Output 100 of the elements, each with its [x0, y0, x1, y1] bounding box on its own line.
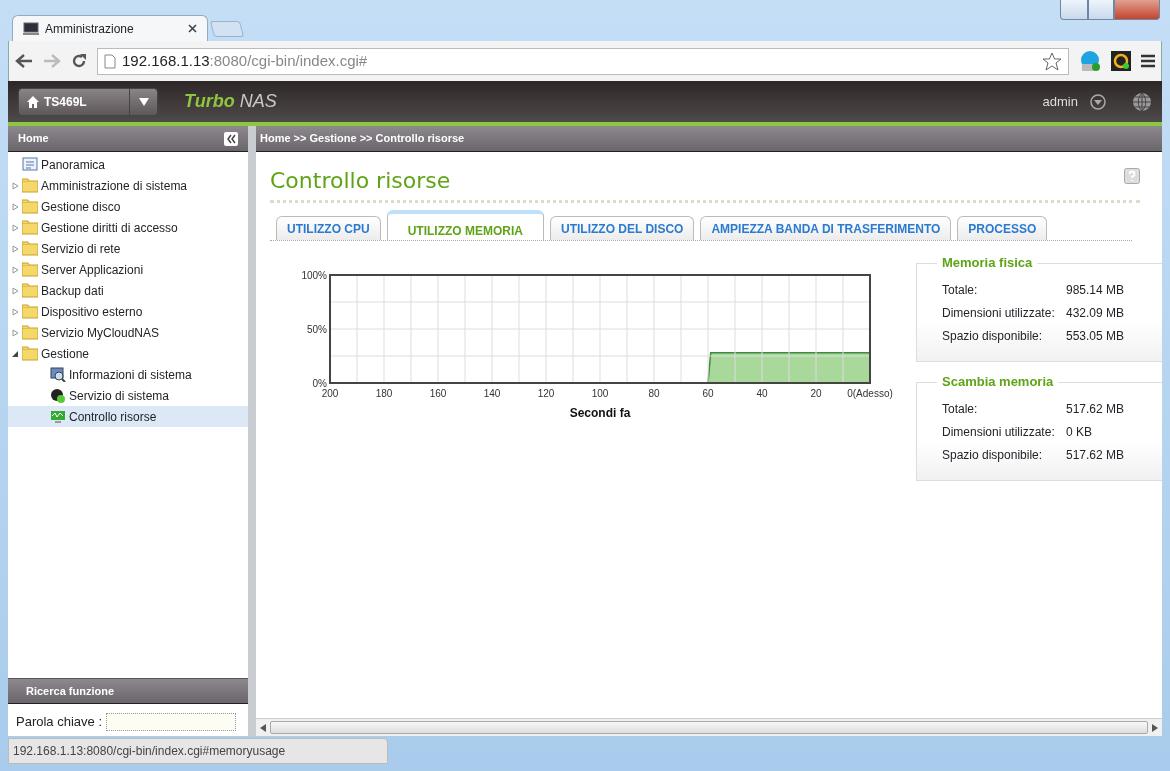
new-tab-button[interactable] [209, 21, 245, 37]
panel-title: Ricerca funzione [26, 683, 115, 699]
expand-arrow-icon[interactable] [12, 202, 19, 211]
tree-item[interactable]: Backup dati [8, 280, 248, 301]
expand-arrow-icon[interactable] [12, 223, 19, 232]
field-value: 553.05 MB [1066, 327, 1125, 345]
folder-icon [22, 220, 38, 235]
field-value: 432.09 MB [1066, 304, 1125, 322]
tree-item[interactable]: Panoramica [8, 154, 248, 175]
dropdown-icon[interactable] [1090, 93, 1106, 110]
scrollbar-thumb[interactable] [270, 721, 1148, 734]
monitor-icon [23, 21, 39, 36]
collapse-icon[interactable] [224, 131, 238, 146]
keyword-label: Parola chiave : [16, 713, 102, 731]
field-label: Dimensioni utilizzate: [942, 423, 1056, 441]
url-text: 192.168.1.13:8080/cgi-bin/index.cgi# [122, 50, 369, 71]
x-tick-label: 140 [483, 388, 501, 400]
close-icon[interactable] [188, 24, 197, 33]
x-tick-label: 40 [756, 388, 768, 400]
field-label: Spazio disponibile: [942, 446, 1044, 464]
product-logo: Turbo NAS [184, 90, 277, 113]
expand-arrow-icon[interactable] [12, 328, 19, 337]
expand-arrow-icon[interactable] [12, 265, 19, 274]
field-label: Dimensioni utilizzate: [942, 304, 1056, 322]
y-tick-label: 100% [301, 270, 327, 282]
tab[interactable]: UTILIZZO CPU [276, 216, 381, 241]
expand-arrow-icon[interactable] [12, 181, 19, 190]
expand-arrow-icon[interactable] [12, 286, 19, 295]
reload-icon[interactable] [71, 53, 87, 69]
magnifier-icon [50, 367, 66, 382]
x-axis-title: Secondi fa [569, 406, 631, 421]
field-value: 517.62 MB [1066, 400, 1125, 418]
scroll-right-icon[interactable] [1152, 723, 1158, 732]
home-icon [27, 95, 39, 108]
expand-arrow-icon[interactable] [12, 244, 19, 253]
y-tick-label: 50% [307, 324, 327, 336]
field-value: 517.62 MB [1066, 446, 1125, 464]
tab[interactable]: PROCESSO [957, 216, 1048, 241]
folder-icon [22, 346, 38, 361]
field-value: 0 KB [1066, 423, 1092, 441]
expand-arrow-icon[interactable] [12, 307, 19, 316]
forward-icon[interactable] [43, 53, 61, 69]
extension-icon[interactable] [1111, 51, 1131, 71]
field-label: Totale: [942, 281, 979, 299]
tree-item[interactable]: Amministrazione di sistema [8, 175, 248, 196]
tree-item[interactable]: Servizio di sistema [8, 385, 248, 406]
x-tick-label: 20 [810, 388, 822, 400]
tree-item[interactable]: Gestione disco [8, 196, 248, 217]
tab-title: Amministrazione [45, 20, 135, 38]
user-name[interactable]: admin [1042, 91, 1078, 112]
document-icon [22, 157, 38, 172]
x-tick-label: 100 [591, 388, 609, 400]
minimize-button[interactable] [1060, 0, 1088, 20]
tree-item[interactable]: Gestione [8, 343, 248, 364]
maximize-button[interactable] [1088, 0, 1114, 20]
breadcrumb: Home >> Gestione >> Controllo risorse [260, 131, 465, 147]
device-menu-button[interactable]: TS469L [18, 87, 158, 116]
help-icon[interactable] [1124, 168, 1140, 184]
scroll-left-icon[interactable] [260, 723, 266, 732]
tree-item[interactable]: Informazioni di sistema [8, 364, 248, 385]
tree-item[interactable]: Dispositivo esterno [8, 301, 248, 322]
collapse-arrow-icon[interactable] [12, 349, 19, 358]
x-tick-label: 160 [429, 388, 447, 400]
folder-icon [22, 304, 38, 319]
folder-icon [22, 199, 38, 214]
tree-item[interactable]: Servizio di rete [8, 238, 248, 259]
folder-icon [22, 178, 38, 193]
star-icon[interactable] [1042, 51, 1062, 71]
field-label: Spazio disponibile: [942, 327, 1044, 345]
globe-icon[interactable] [1132, 91, 1152, 112]
folder-icon [22, 283, 38, 298]
address-bar[interactable]: 192.168.1.13:8080/cgi-bin/index.cgi# [97, 47, 1069, 75]
x-tick-label: 60 [702, 388, 714, 400]
folder-icon [22, 325, 38, 340]
y-tick-label: 0% [312, 378, 327, 390]
tree-item[interactable]: Servizio MyCloudNAS [8, 322, 248, 343]
tab[interactable]: AMPIEZZA BANDA DI TRASFERIMENTO [700, 216, 952, 241]
chart-icon [50, 409, 66, 424]
x-tick-label: 0(Adesso) [847, 388, 893, 400]
menu-icon[interactable] [1141, 54, 1155, 68]
tab[interactable]: UTILIZZO DEL DISCO [550, 216, 695, 241]
x-tick-label: 180 [375, 388, 393, 400]
tree-item[interactable]: Server Applicazioni [8, 259, 248, 280]
folder-icon [22, 241, 38, 256]
sidebar-title: Home [18, 131, 49, 147]
field-label: Totale: [942, 400, 979, 418]
folder-icon [22, 262, 38, 277]
status-url: 192.168.1.13:8080/cgi-bin/index.cgi#memoryusage [8, 738, 388, 764]
keyword-field[interactable] [106, 712, 236, 731]
tree-item[interactable]: Gestione diritti di accesso [8, 217, 248, 238]
service-icon [50, 388, 66, 403]
field-value: 985.14 MB [1066, 281, 1125, 299]
browser-tab[interactable]: Amministrazione [12, 15, 208, 41]
x-tick-label: 200 [321, 388, 339, 400]
page-title: Controllo risorse [270, 168, 451, 195]
back-icon[interactable] [15, 53, 33, 69]
close-button[interactable] [1114, 0, 1160, 20]
x-tick-label: 120 [537, 388, 555, 400]
tree-item[interactable]: Controllo risorse [8, 406, 248, 427]
caret-icon [138, 97, 149, 106]
